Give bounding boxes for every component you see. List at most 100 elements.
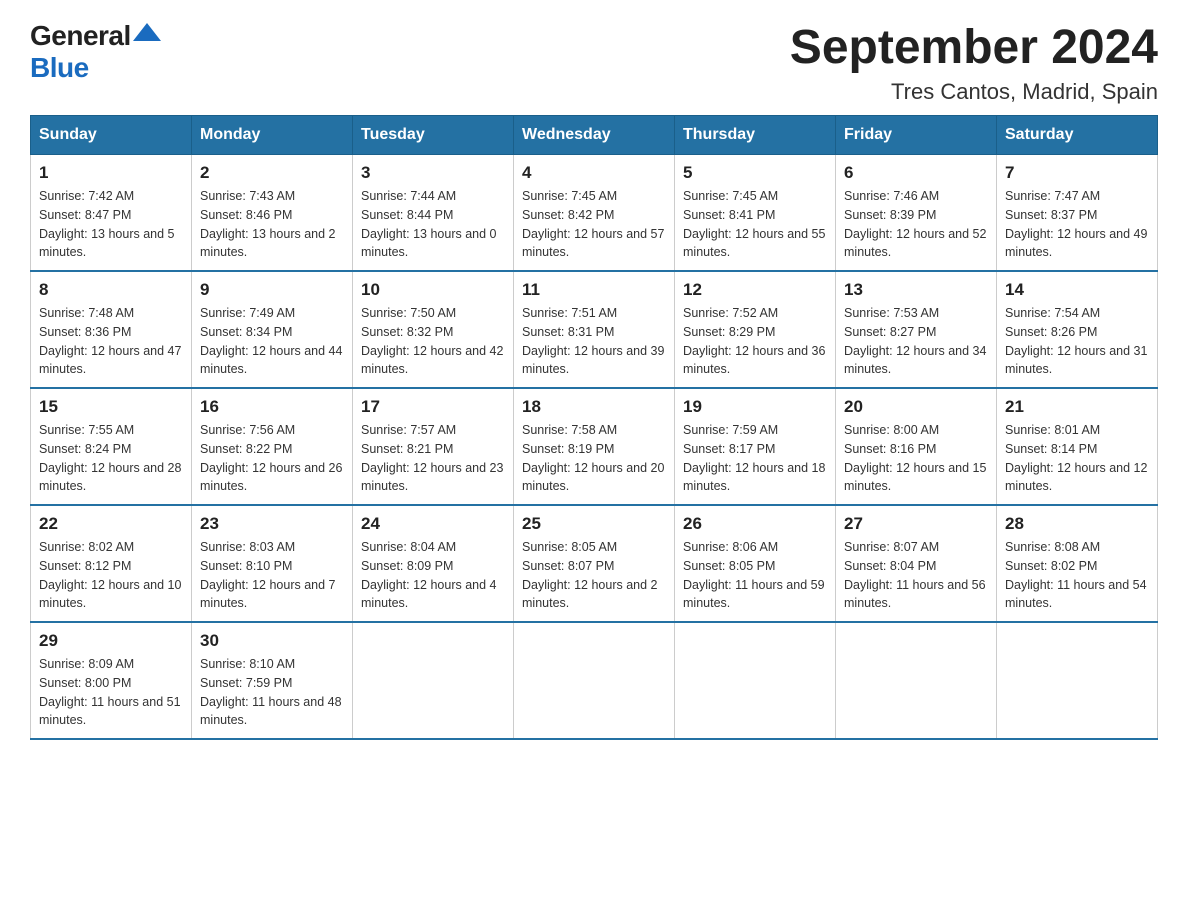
header-saturday: Saturday (997, 116, 1158, 155)
table-row: 21 Sunrise: 8:01 AM Sunset: 8:14 PM Dayl… (997, 388, 1158, 505)
day-number: 3 (361, 163, 505, 183)
table-row: 26 Sunrise: 8:06 AM Sunset: 8:05 PM Dayl… (675, 505, 836, 622)
day-number: 9 (200, 280, 344, 300)
table-row: 2 Sunrise: 7:43 AM Sunset: 8:46 PM Dayli… (192, 155, 353, 272)
day-info: Sunrise: 7:46 AM Sunset: 8:39 PM Dayligh… (844, 187, 988, 262)
logo-triangle-icon (133, 23, 161, 41)
table-row: 28 Sunrise: 8:08 AM Sunset: 8:02 PM Dayl… (997, 505, 1158, 622)
day-info: Sunrise: 7:56 AM Sunset: 8:22 PM Dayligh… (200, 421, 344, 496)
table-row: 14 Sunrise: 7:54 AM Sunset: 8:26 PM Dayl… (997, 271, 1158, 388)
day-number: 13 (844, 280, 988, 300)
day-number: 4 (522, 163, 666, 183)
table-row: 23 Sunrise: 8:03 AM Sunset: 8:10 PM Dayl… (192, 505, 353, 622)
day-number: 7 (1005, 163, 1149, 183)
day-number: 21 (1005, 397, 1149, 417)
table-row: 27 Sunrise: 8:07 AM Sunset: 8:04 PM Dayl… (836, 505, 997, 622)
header-tuesday: Tuesday (353, 116, 514, 155)
day-info: Sunrise: 8:00 AM Sunset: 8:16 PM Dayligh… (844, 421, 988, 496)
page-header: General Blue September 2024 Tres Cantos,… (30, 20, 1158, 105)
table-row: 10 Sunrise: 7:50 AM Sunset: 8:32 PM Dayl… (353, 271, 514, 388)
day-number: 22 (39, 514, 183, 534)
table-row: 1 Sunrise: 7:42 AM Sunset: 8:47 PM Dayli… (31, 155, 192, 272)
day-info: Sunrise: 8:01 AM Sunset: 8:14 PM Dayligh… (1005, 421, 1149, 496)
day-number: 19 (683, 397, 827, 417)
header-thursday: Thursday (675, 116, 836, 155)
day-number: 1 (39, 163, 183, 183)
week-row-2: 8 Sunrise: 7:48 AM Sunset: 8:36 PM Dayli… (31, 271, 1158, 388)
day-number: 29 (39, 631, 183, 651)
table-row (675, 622, 836, 739)
day-info: Sunrise: 8:05 AM Sunset: 8:07 PM Dayligh… (522, 538, 666, 613)
header-monday: Monday (192, 116, 353, 155)
table-row: 24 Sunrise: 8:04 AM Sunset: 8:09 PM Dayl… (353, 505, 514, 622)
day-info: Sunrise: 7:47 AM Sunset: 8:37 PM Dayligh… (1005, 187, 1149, 262)
day-number: 8 (39, 280, 183, 300)
table-row: 30 Sunrise: 8:10 AM Sunset: 7:59 PM Dayl… (192, 622, 353, 739)
day-number: 30 (200, 631, 344, 651)
day-info: Sunrise: 7:54 AM Sunset: 8:26 PM Dayligh… (1005, 304, 1149, 379)
day-info: Sunrise: 8:09 AM Sunset: 8:00 PM Dayligh… (39, 655, 183, 730)
month-title: September 2024 (790, 20, 1158, 75)
week-row-5: 29 Sunrise: 8:09 AM Sunset: 8:00 PM Dayl… (31, 622, 1158, 739)
table-row: 4 Sunrise: 7:45 AM Sunset: 8:42 PM Dayli… (514, 155, 675, 272)
table-row: 22 Sunrise: 8:02 AM Sunset: 8:12 PM Dayl… (31, 505, 192, 622)
table-row: 7 Sunrise: 7:47 AM Sunset: 8:37 PM Dayli… (997, 155, 1158, 272)
day-info: Sunrise: 7:57 AM Sunset: 8:21 PM Dayligh… (361, 421, 505, 496)
day-number: 2 (200, 163, 344, 183)
day-number: 23 (200, 514, 344, 534)
week-row-1: 1 Sunrise: 7:42 AM Sunset: 8:47 PM Dayli… (31, 155, 1158, 272)
day-info: Sunrise: 7:48 AM Sunset: 8:36 PM Dayligh… (39, 304, 183, 379)
day-info: Sunrise: 7:49 AM Sunset: 8:34 PM Dayligh… (200, 304, 344, 379)
week-row-3: 15 Sunrise: 7:55 AM Sunset: 8:24 PM Dayl… (31, 388, 1158, 505)
logo: General Blue (30, 20, 161, 84)
logo-blue: Blue (30, 52, 89, 83)
table-row: 12 Sunrise: 7:52 AM Sunset: 8:29 PM Dayl… (675, 271, 836, 388)
day-number: 12 (683, 280, 827, 300)
day-info: Sunrise: 7:51 AM Sunset: 8:31 PM Dayligh… (522, 304, 666, 379)
day-number: 26 (683, 514, 827, 534)
header-friday: Friday (836, 116, 997, 155)
table-row: 15 Sunrise: 7:55 AM Sunset: 8:24 PM Dayl… (31, 388, 192, 505)
day-info: Sunrise: 7:53 AM Sunset: 8:27 PM Dayligh… (844, 304, 988, 379)
day-info: Sunrise: 7:45 AM Sunset: 8:42 PM Dayligh… (522, 187, 666, 262)
location-title: Tres Cantos, Madrid, Spain (790, 79, 1158, 105)
day-info: Sunrise: 8:08 AM Sunset: 8:02 PM Dayligh… (1005, 538, 1149, 613)
table-row: 13 Sunrise: 7:53 AM Sunset: 8:27 PM Dayl… (836, 271, 997, 388)
day-info: Sunrise: 8:06 AM Sunset: 8:05 PM Dayligh… (683, 538, 827, 613)
day-info: Sunrise: 7:43 AM Sunset: 8:46 PM Dayligh… (200, 187, 344, 262)
day-number: 18 (522, 397, 666, 417)
day-number: 5 (683, 163, 827, 183)
day-info: Sunrise: 8:03 AM Sunset: 8:10 PM Dayligh… (200, 538, 344, 613)
day-info: Sunrise: 7:44 AM Sunset: 8:44 PM Dayligh… (361, 187, 505, 262)
day-info: Sunrise: 7:55 AM Sunset: 8:24 PM Dayligh… (39, 421, 183, 496)
day-number: 17 (361, 397, 505, 417)
day-number: 10 (361, 280, 505, 300)
header-row: SundayMondayTuesdayWednesdayThursdayFrid… (31, 116, 1158, 155)
day-number: 25 (522, 514, 666, 534)
logo-general: General (30, 20, 131, 52)
day-number: 27 (844, 514, 988, 534)
table-row: 3 Sunrise: 7:44 AM Sunset: 8:44 PM Dayli… (353, 155, 514, 272)
title-section: September 2024 Tres Cantos, Madrid, Spai… (790, 20, 1158, 105)
table-row: 6 Sunrise: 7:46 AM Sunset: 8:39 PM Dayli… (836, 155, 997, 272)
day-info: Sunrise: 8:07 AM Sunset: 8:04 PM Dayligh… (844, 538, 988, 613)
table-row: 25 Sunrise: 8:05 AM Sunset: 8:07 PM Dayl… (514, 505, 675, 622)
day-number: 14 (1005, 280, 1149, 300)
day-info: Sunrise: 7:50 AM Sunset: 8:32 PM Dayligh… (361, 304, 505, 379)
day-number: 15 (39, 397, 183, 417)
day-info: Sunrise: 7:58 AM Sunset: 8:19 PM Dayligh… (522, 421, 666, 496)
day-number: 16 (200, 397, 344, 417)
table-row: 20 Sunrise: 8:00 AM Sunset: 8:16 PM Dayl… (836, 388, 997, 505)
day-info: Sunrise: 7:59 AM Sunset: 8:17 PM Dayligh… (683, 421, 827, 496)
table-row: 17 Sunrise: 7:57 AM Sunset: 8:21 PM Dayl… (353, 388, 514, 505)
day-info: Sunrise: 8:10 AM Sunset: 7:59 PM Dayligh… (200, 655, 344, 730)
day-number: 20 (844, 397, 988, 417)
header-wednesday: Wednesday (514, 116, 675, 155)
day-number: 6 (844, 163, 988, 183)
table-row: 11 Sunrise: 7:51 AM Sunset: 8:31 PM Dayl… (514, 271, 675, 388)
day-info: Sunrise: 8:04 AM Sunset: 8:09 PM Dayligh… (361, 538, 505, 613)
table-row (836, 622, 997, 739)
day-number: 28 (1005, 514, 1149, 534)
day-number: 11 (522, 280, 666, 300)
table-row (514, 622, 675, 739)
